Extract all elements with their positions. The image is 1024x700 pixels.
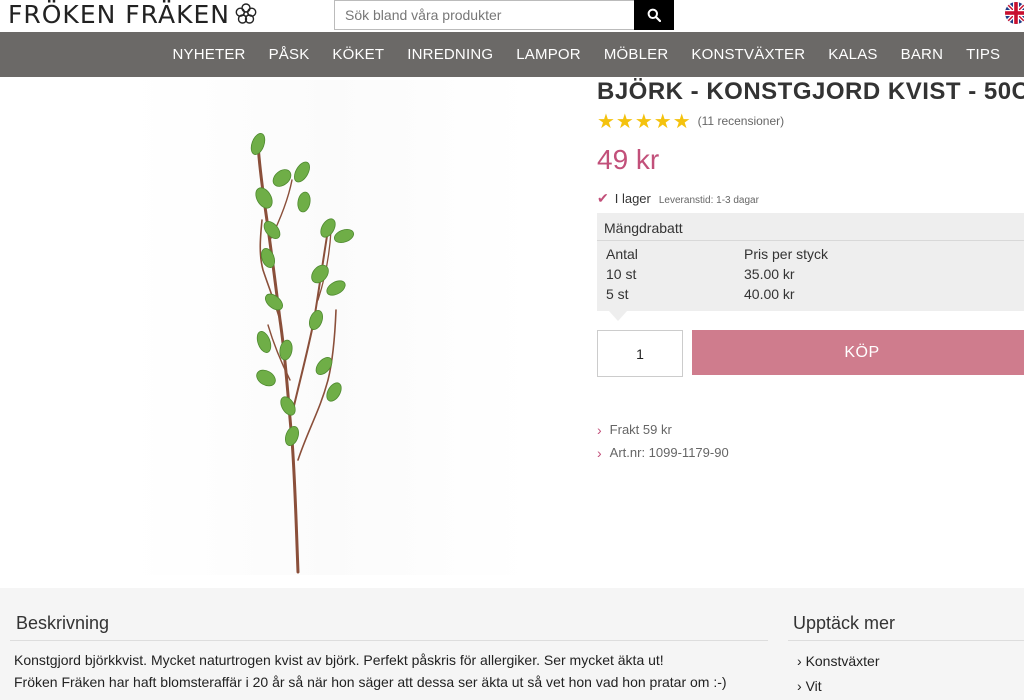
discount-price: 40.00 kr <box>744 286 795 302</box>
nav-item-rea[interactable]: REA <box>1012 46 1024 63</box>
description-section: Beskrivning Konstgjord björkkvist. Mycke… <box>10 588 768 693</box>
buy-button[interactable]: KÖP <box>692 330 1024 375</box>
product-info: BJÖRK - KONSTGJORD KVIST - 50CM ★★★★★ (1… <box>597 78 1024 461</box>
top-bar: FRÖKEN FRÄKEN <box>0 0 1024 32</box>
discount-col-price: Pris per styck <box>744 246 829 262</box>
chevron-right-icon: › <box>597 421 602 438</box>
discover-link-vit[interactable]: › Vit <box>797 673 1024 698</box>
search-bar <box>334 0 674 30</box>
discount-qty: 10 st <box>606 266 637 282</box>
shipping-info[interactable]: › Frakt 59 kr <box>597 418 729 441</box>
search-icon <box>647 8 661 22</box>
description-title: Beskrivning <box>10 588 768 641</box>
product-price: 49 kr <box>597 144 660 175</box>
nav-item-kalas[interactable]: KALAS <box>817 46 889 63</box>
nav-item-barn[interactable]: BARN <box>889 46 954 63</box>
star-rating-icon: ★★★★★ <box>597 110 692 133</box>
discover-title: Upptäck mer <box>788 588 1024 641</box>
product-title: BJÖRK - KONSTGJORD KVIST - 50CM <box>597 78 1024 105</box>
product-image[interactable] <box>130 80 530 575</box>
nav-item-inredning[interactable]: INREDNING <box>396 46 505 63</box>
search-input[interactable] <box>334 0 634 30</box>
product-meta: › Frakt 59 kr › Art.nr: 1099-1179-90 <box>597 418 729 464</box>
discount-col-qty: Antal <box>606 246 638 262</box>
stock-label: I lager <box>614 191 651 206</box>
nav-item-pask[interactable]: PÅSK <box>257 46 321 63</box>
nav-item-tips[interactable]: TIPS <box>955 46 1012 63</box>
search-button[interactable] <box>634 0 674 30</box>
uk-flag-icon[interactable] <box>1005 2 1024 24</box>
chevron-right-icon: › <box>597 444 602 461</box>
article-number[interactable]: › Art.nr: 1099-1179-90 <box>597 441 729 464</box>
description-text: Fröken Fräken har haft blomsteraffär i 2… <box>14 674 727 690</box>
discover-link-label: Vit <box>805 677 822 694</box>
quantity-input[interactable]: 1 <box>597 330 683 377</box>
rating[interactable]: ★★★★★ (11 recensioner) <box>597 110 1024 133</box>
discover-section: Upptäck mer › Konstväxter › Vit <box>788 588 1024 698</box>
discount-price: 35.00 kr <box>744 266 795 282</box>
site-logo[interactable]: FRÖKEN FRÄKEN <box>8 0 258 29</box>
flower-icon <box>235 3 257 24</box>
chevron-right-icon: › <box>797 677 806 694</box>
discount-qty: 5 st <box>606 286 629 302</box>
nav-item-mobler[interactable]: MÖBLER <box>592 46 680 63</box>
reviews-link[interactable]: (11 recensioner) <box>698 114 784 128</box>
bottom-section: Beskrivning Konstgjord björkkvist. Mycke… <box>0 588 1024 700</box>
discount-title: Mängdrabatt <box>597 213 1024 241</box>
check-icon: ✔ <box>597 190 609 206</box>
discover-link-label: Konstväxter <box>805 652 880 669</box>
description-text: Konstgjord björkkvist. Mycket naturtroge… <box>14 652 664 668</box>
nav-item-nyheter[interactable]: NYHETER <box>161 46 257 63</box>
quantity-discount-box: Mängdrabatt Antal Pris per styck 10 st 3… <box>597 213 1024 321</box>
nav-item-konstvaxter[interactable]: KONSTVÄXTER <box>680 46 817 63</box>
nav-item-lampor[interactable]: LAMPOR <box>505 46 593 63</box>
discount-pointer <box>609 311 627 321</box>
nav-item-koket[interactable]: KÖKET <box>321 46 396 63</box>
table-row: 5 st 40.00 kr <box>606 284 828 304</box>
discount-table: Antal Pris per styck 10 st 35.00 kr 5 st… <box>606 244 828 304</box>
chevron-right-icon: › <box>797 652 806 669</box>
discover-link-konstvaxter[interactable]: › Konstväxter <box>797 648 1024 673</box>
table-row: 10 st 35.00 kr <box>606 264 828 284</box>
stock-status: ✔ I lager Leveranstid: 1-3 dagar <box>597 190 1024 207</box>
shipping-label: Frakt 59 kr <box>609 422 672 437</box>
main-nav: NYHETER PÅSK KÖKET INREDNING LAMPOR MÖBL… <box>0 32 1024 77</box>
article-number-label: Art.nr: 1099-1179-90 <box>609 445 729 460</box>
lead-time: Leveranstid: 1-3 dagar <box>658 195 759 206</box>
logo-text: FRÖKEN FRÄKEN <box>8 0 230 29</box>
